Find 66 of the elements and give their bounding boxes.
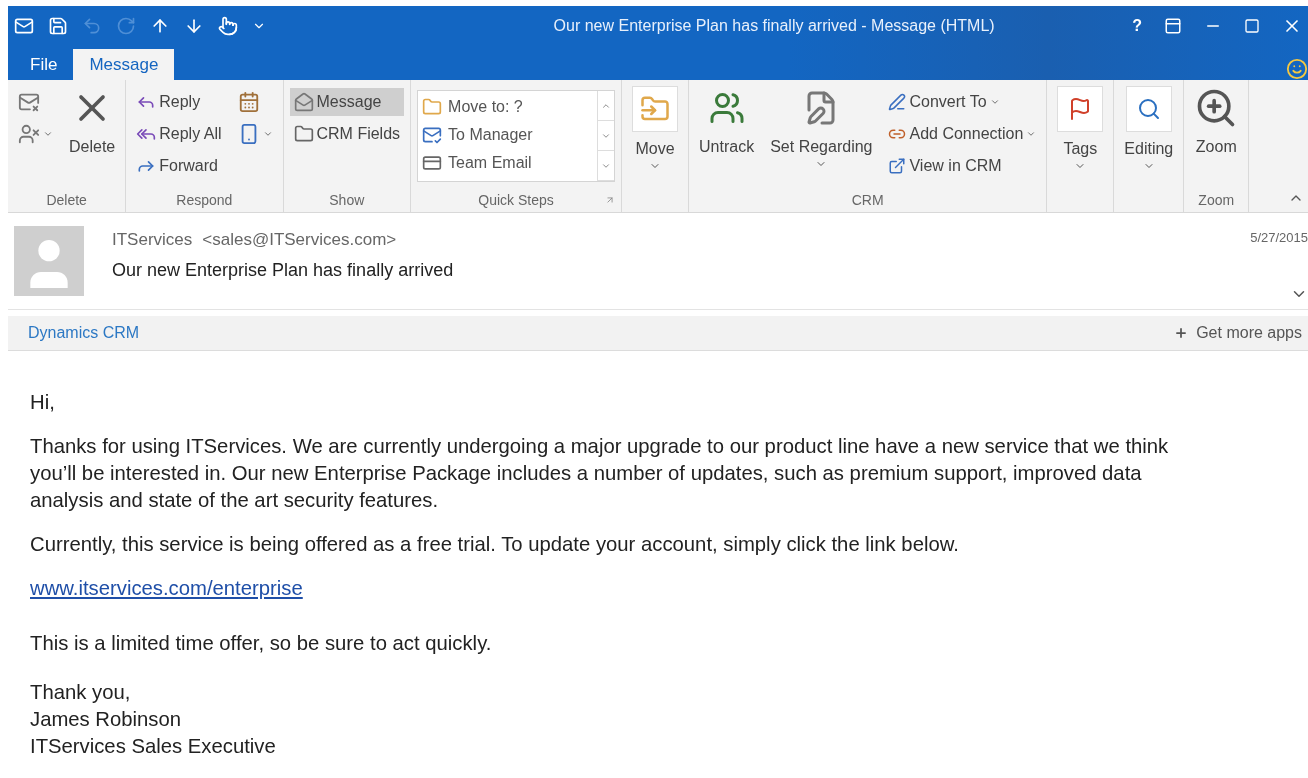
ribbon-button[interactable]: Tags <box>1053 84 1108 188</box>
group-label: CRM <box>851 192 884 208</box>
ribbon-button[interactable]: Delete <box>65 84 120 188</box>
quick-step[interactable]: Move to: ? <box>422 93 594 121</box>
signature-line: ITServices Sales Executive <box>30 734 277 759</box>
envelope-icon <box>422 125 443 145</box>
paragraph: This is a limited time offer, so be sure to act quickly. <box>30 631 493 656</box>
caret-icon <box>43 129 53 139</box>
group-label: Delete <box>46 192 87 208</box>
ribbon-button[interactable]: Convert To <box>884 88 1041 116</box>
ignore-icon <box>18 91 40 113</box>
ribbon-button[interactable]: View in CRM <box>884 152 1041 180</box>
caret-icon <box>989 97 1000 107</box>
paragraph: Thanks for using ITServices. We are currently undergoing a major upgrade to our product line have a new service that we think you’ll be interested in. Our new Enterprise Package includes a number of updates, such as premium support, improved data analysis and state of the art security features. <box>30 434 1170 513</box>
people-icon <box>708 90 745 126</box>
ribbon-button[interactable]: Message <box>289 88 405 116</box>
folder-icon <box>422 97 443 117</box>
plus-icon <box>1174 326 1189 340</box>
ribbon-button[interactable]: Forward <box>132 152 226 180</box>
envelope-icon <box>293 92 314 112</box>
smiley-icon <box>1286 58 1308 80</box>
blocked-user-icon <box>18 123 40 145</box>
get-more-apps-button[interactable]: Get more apps <box>1174 324 1302 342</box>
group-label: Show <box>329 192 365 208</box>
group-label: Quick Steps <box>478 192 554 208</box>
maximize-icon[interactable] <box>1244 17 1260 34</box>
ribbon-button[interactable]: Add Connection <box>884 120 1041 148</box>
caret-icon <box>1026 129 1037 139</box>
group-label: Zoom <box>1198 192 1235 208</box>
help-button[interactable]: ? <box>1132 16 1142 35</box>
ribbon-display-icon[interactable] <box>1164 16 1182 35</box>
paragraph: Currently, this service is being offered as a free trial. To update your account, simply click the link below. <box>30 532 960 557</box>
quick-step[interactable]: To Manager <box>422 121 594 149</box>
save-icon[interactable] <box>48 15 68 36</box>
external-link-icon <box>888 157 907 175</box>
window-title: Our new Enterprise Plan has finally arrived - Message (HTML) <box>552 16 996 35</box>
app-link[interactable]: Dynamics CRM <box>28 324 140 342</box>
folder-icon <box>293 124 314 144</box>
search-icon <box>1136 97 1161 121</box>
ribbon-button[interactable]: Reply <box>132 88 226 116</box>
quick-step[interactable]: Team Email <box>422 149 594 177</box>
ribbon-button[interactable]: Editing <box>1120 84 1178 188</box>
date: 5/27/2015 <box>1250 230 1308 245</box>
group-label: Respond <box>176 192 233 208</box>
signature-line: Thank you, <box>30 680 132 705</box>
ribbon-tab[interactable]: Message <box>73 49 175 80</box>
touch-icon[interactable] <box>218 15 238 36</box>
ribbon-button[interactable]: Zoom <box>1190 84 1243 188</box>
ribbon-button[interactable]: Move <box>628 84 683 188</box>
signature-line: James Robinson <box>30 707 183 732</box>
sender-name: ITServices <box>112 230 193 250</box>
pencil-icon <box>888 93 907 111</box>
ribbon-button[interactable]: CRM Fields <box>289 120 405 148</box>
avatar <box>14 226 84 296</box>
ribbon-tab[interactable]: File <box>14 49 74 80</box>
paragraph: Hi, <box>30 390 56 415</box>
subject: Our new Enterprise Plan has finally arrived <box>112 260 455 281</box>
caret-icon <box>262 129 273 139</box>
ribbon-button[interactable]: Untrack <box>695 84 759 188</box>
card-icon <box>422 153 443 173</box>
ribbon-button[interactable]: Reply All <box>132 120 226 148</box>
dialog-launcher-icon[interactable] <box>605 195 616 205</box>
link[interactable]: www.itservices.com/enterprise <box>30 575 303 602</box>
calendar-icon <box>237 91 260 113</box>
ribbon-button[interactable]: Set Regarding <box>766 84 877 188</box>
sender-address: <sales@ITServices.com> <box>202 230 397 250</box>
